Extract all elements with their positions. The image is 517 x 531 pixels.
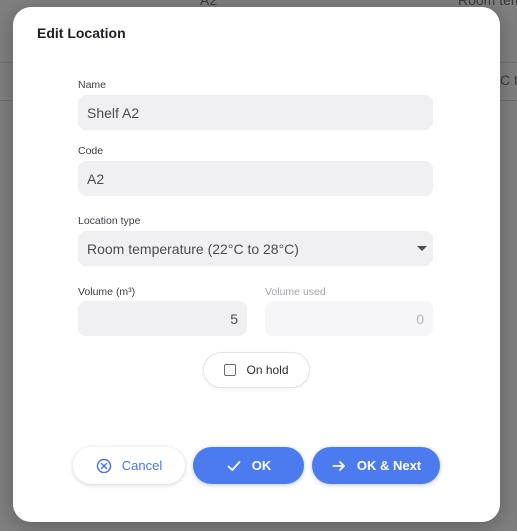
cancel-button[interactable]: Cancel [73,447,185,484]
code-value: A2 [87,170,105,187]
on-hold-toggle[interactable]: On hold [203,352,310,388]
volume-used-field: 0 [265,301,433,336]
circle-x-icon [96,458,112,474]
edit-location-dialog: Edit Location Name Shelf A2 Code A2 Loca… [13,7,500,522]
on-hold-checkbox[interactable] [224,364,237,376]
arrow-right-icon [331,458,347,474]
location-type-value: Room temperature (22°C to 28°C) [87,240,299,257]
ok-next-label: OK & Next [356,458,422,473]
ok-next-button[interactable]: OK & Next [312,447,440,484]
volume-used-label: Volume used [265,286,326,298]
volume-label: Volume (m³) [78,286,136,298]
caret-down-icon [417,246,427,251]
location-type-label: Location type [78,215,141,227]
background-cell-type-2: C t [500,72,517,88]
name-field[interactable]: Shelf A2 [78,95,433,130]
location-type-select[interactable]: Room temperature (22°C to 28°C) [78,231,433,266]
code-field[interactable]: A2 [78,161,433,196]
check-icon [226,458,242,474]
on-hold-label: On hold [246,363,289,377]
volume-used-value: 0 [416,310,424,327]
dialog-title: Edit Location [37,25,126,41]
name-value: Shelf A2 [87,104,140,121]
code-label: Code [78,145,104,157]
volume-value: 5 [230,310,238,327]
volume-field[interactable]: 5 [78,301,247,336]
name-label: Name [78,79,107,91]
ok-label: OK [251,458,272,473]
cancel-label: Cancel [121,458,163,473]
ok-button[interactable]: OK [193,447,304,484]
